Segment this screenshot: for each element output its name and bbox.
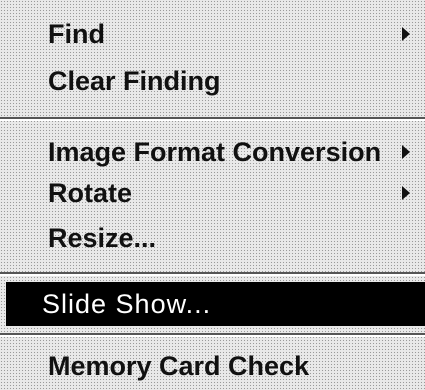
menu-item-memory-card-check[interactable]: Memory Card Check <box>0 344 425 388</box>
context-menu: Find Clear Finding Image Format Conversi… <box>0 0 425 390</box>
submenu-arrow-icon <box>402 145 410 159</box>
menu-item-slide-show[interactable]: Slide Show... <box>6 282 425 326</box>
menu-item-label: Slide Show... <box>42 289 212 319</box>
menu-item-label: Rotate <box>48 178 133 208</box>
menu-separator <box>0 117 425 121</box>
menu-item-image-format-conversion[interactable]: Image Format Conversion <box>0 130 425 174</box>
menu-item-rotate[interactable]: Rotate <box>0 171 425 215</box>
menu-item-label: Find <box>48 19 105 49</box>
menu-item-clear-finding[interactable]: Clear Finding <box>0 59 425 103</box>
menu-item-label: Image Format Conversion <box>48 137 382 167</box>
submenu-arrow-icon <box>402 186 410 200</box>
submenu-arrow-icon <box>402 27 410 41</box>
menu-item-find[interactable]: Find <box>0 12 425 56</box>
menu-item-label: Resize... <box>48 223 157 253</box>
menu-item-resize[interactable]: Resize... <box>0 216 425 260</box>
menu-item-label: Clear Finding <box>48 66 221 96</box>
menu-separator <box>0 272 425 276</box>
menu-item-label: Memory Card Check <box>48 351 310 381</box>
menu-separator <box>0 333 425 337</box>
